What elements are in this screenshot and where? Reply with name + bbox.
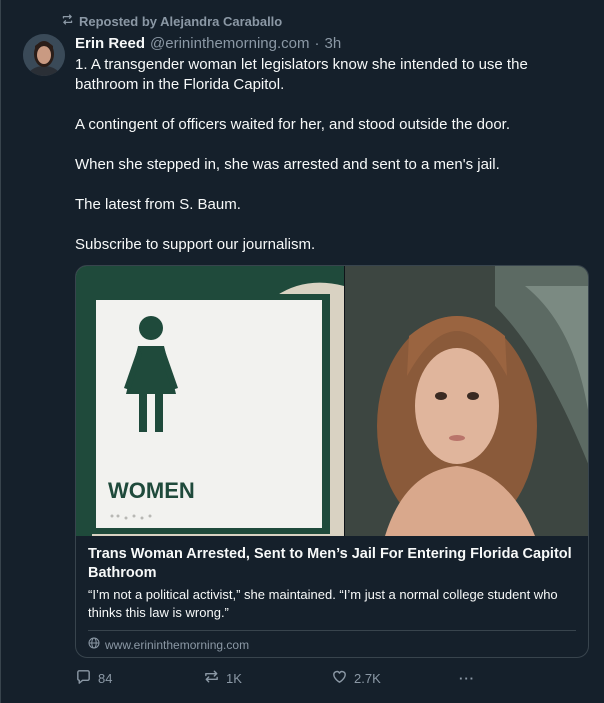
post-paragraph: When she stepped in, she was arrested an… <box>75 156 500 173</box>
repost-indicator[interactable]: Reposted by Alejandra Caraballo <box>61 13 282 29</box>
link-card-domain[interactable]: www.erininthemorning.com <box>88 637 576 652</box>
women-restroom-sign-image: WOMEN <box>76 266 345 536</box>
heart-icon <box>331 668 348 688</box>
globe-icon <box>88 637 100 652</box>
repost-count: 1K <box>226 670 242 686</box>
link-card-images[interactable]: WOMEN <box>76 266 588 536</box>
post-actions: 84 1K 2.7K ··· <box>75 668 495 688</box>
more-options-icon: ··· <box>459 670 475 686</box>
repost-icon <box>203 668 220 688</box>
post-paragraph: Subscribe to support our journalism. <box>75 236 316 253</box>
link-card[interactable]: WOMEN Trans Woman Arrested, Sent to Men’… <box>75 265 589 658</box>
reply-button[interactable]: 84 <box>75 668 203 688</box>
link-card-description: “I’m not a political activist,” she main… <box>88 587 558 620</box>
post-paragraph: The latest from S. Baum. <box>75 196 241 213</box>
sign-women-text: WOMEN <box>108 478 195 503</box>
reply-icon <box>75 668 92 688</box>
author-display-name[interactable]: Erin Reed <box>75 34 145 53</box>
repost-label: Reposted by Alejandra Caraballo <box>79 13 283 29</box>
reply-count: 84 <box>98 670 113 686</box>
like-count: 2.7K <box>354 670 381 686</box>
link-card-title[interactable]: Trans Woman Arrested, Sent to Men’s Jail… <box>88 545 576 583</box>
post-paragraph: A contingent of officers waited for her,… <box>75 116 511 133</box>
avatar[interactable] <box>23 34 65 76</box>
more-options-button[interactable]: ··· <box>459 671 475 686</box>
post-text: 1. A transgender woman let legislators k… <box>75 55 589 255</box>
separator-dot: · <box>314 35 320 52</box>
link-card-domain-text: www.erininthemorning.com <box>105 637 250 652</box>
repost-button[interactable]: 1K <box>203 668 331 688</box>
like-button[interactable]: 2.7K <box>331 668 459 688</box>
link-card-divider <box>88 630 576 631</box>
post[interactable]: Reposted by Alejandra Caraballo Erin Ree… <box>0 0 604 703</box>
woman-portrait-image <box>345 266 588 536</box>
author-handle[interactable]: @erininthemorning.com <box>150 34 309 53</box>
post-timestamp[interactable]: 3h <box>325 34 342 53</box>
post-paragraph: 1. A transgender woman let legislators k… <box>75 56 528 93</box>
repost-icon <box>61 13 74 29</box>
